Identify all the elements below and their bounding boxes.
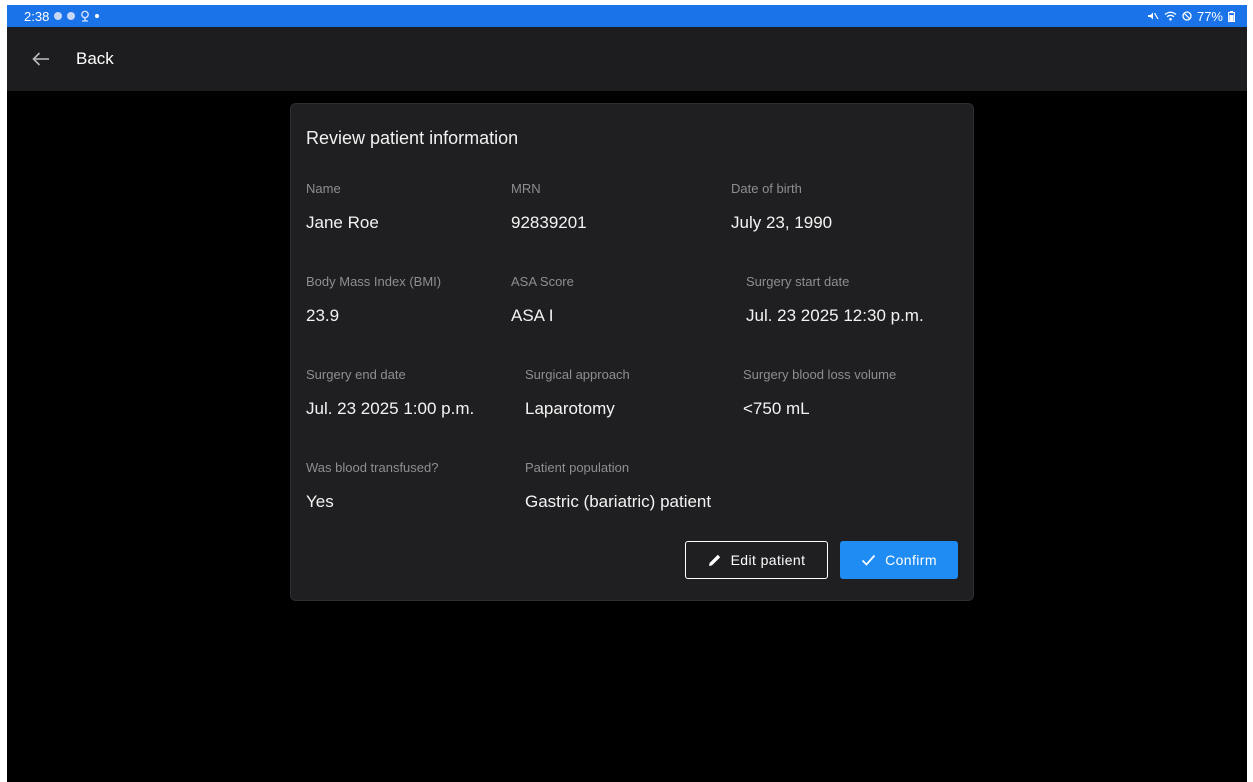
field-label: ASA Score [511, 274, 574, 289]
field-value: Yes [306, 492, 334, 511]
field-label: Surgery end date [306, 367, 406, 382]
checkmark-icon [861, 554, 876, 566]
confirm-label: Confirm [885, 552, 937, 568]
battery-percentage: 77% [1196, 8, 1223, 24]
field-name: Name Jane Roe [306, 181, 379, 233]
field-patient-population: Patient population Gastric (bariatric) p… [525, 460, 711, 512]
field-date-of-birth: Date of birth July 23, 1990 [731, 181, 832, 233]
field-value: 92839201 [511, 213, 587, 232]
field-mrn: MRN 92839201 [511, 181, 587, 233]
field-value: July 23, 1990 [731, 213, 833, 232]
location-icon [81, 10, 90, 22]
mute-icon [1147, 12, 1159, 20]
status-bar-left: 2:38 [24, 8, 100, 24]
review-patient-dialog: Review patient information Name Jane Roe… [290, 103, 974, 601]
field-value: <750 mL [743, 399, 810, 418]
field-label: Surgery blood loss volume [743, 367, 897, 382]
wifi-icon [1164, 11, 1177, 21]
more-notifications-icon [95, 14, 100, 18]
edit-patient-label: Edit patient [730, 552, 806, 568]
app-bar: Back [7, 27, 1247, 91]
field-label: Name [306, 181, 341, 196]
status-time: 2:38 [24, 8, 50, 24]
field-label: Surgical approach [525, 367, 630, 382]
status-bar-right: 77% [1147, 9, 1235, 24]
field-label: Date of birth [731, 181, 802, 196]
field-label: Body Mass Index (BMI) [306, 274, 442, 289]
field-label: MRN [511, 181, 541, 196]
field-surgery-start-date: Surgery start date Jul. 23 2025 12:30 p.… [746, 274, 924, 326]
field-surgical-approach: Surgical approach Laparotomy [525, 367, 630, 419]
field-label: Surgery start date [746, 274, 850, 289]
field-label: Was blood transfused? [306, 460, 439, 475]
notification-icon [54, 12, 63, 20]
pencil-icon [708, 554, 720, 566]
field-surgery-end-date: Surgery end date Jul. 23 2025 1:00 p.m. [306, 367, 474, 419]
field-value: 23.9 [306, 306, 340, 325]
field-value: Jul. 23 2025 1:00 p.m. [306, 399, 475, 418]
do-not-disturb-icon [1182, 11, 1192, 21]
field-value: Laparotomy [525, 399, 615, 418]
status-bar: 2:38 77% [7, 5, 1247, 27]
field-value: Jul. 23 2025 12:30 p.m. [746, 306, 924, 325]
field-blood-transfused: Was blood transfused? Yes [306, 460, 438, 512]
field-value: ASA I [511, 306, 554, 325]
field-value: Gastric (bariatric) patient [525, 492, 712, 511]
confirm-button[interactable]: Confirm [840, 541, 958, 579]
edit-patient-button[interactable]: Edit patient [685, 541, 828, 579]
back-label: Back [76, 49, 114, 68]
battery-icon [1228, 10, 1235, 22]
notification-icon [67, 12, 76, 20]
field-label: Patient population [525, 460, 630, 475]
field-value: Jane Roe [306, 213, 379, 232]
dialog-title: Review patient information [306, 128, 519, 148]
field-asa-score: ASA Score ASA I [511, 274, 574, 326]
tablet-screen: 2:38 77% Back Review patient information… [7, 5, 1247, 782]
field-blood-loss-volume: Surgery blood loss volume <750 mL [743, 367, 896, 419]
arrow-left-icon [32, 52, 49, 66]
back-button[interactable]: Back [7, 49, 114, 69]
field-bmi: Body Mass Index (BMI) 23.9 [306, 274, 441, 326]
